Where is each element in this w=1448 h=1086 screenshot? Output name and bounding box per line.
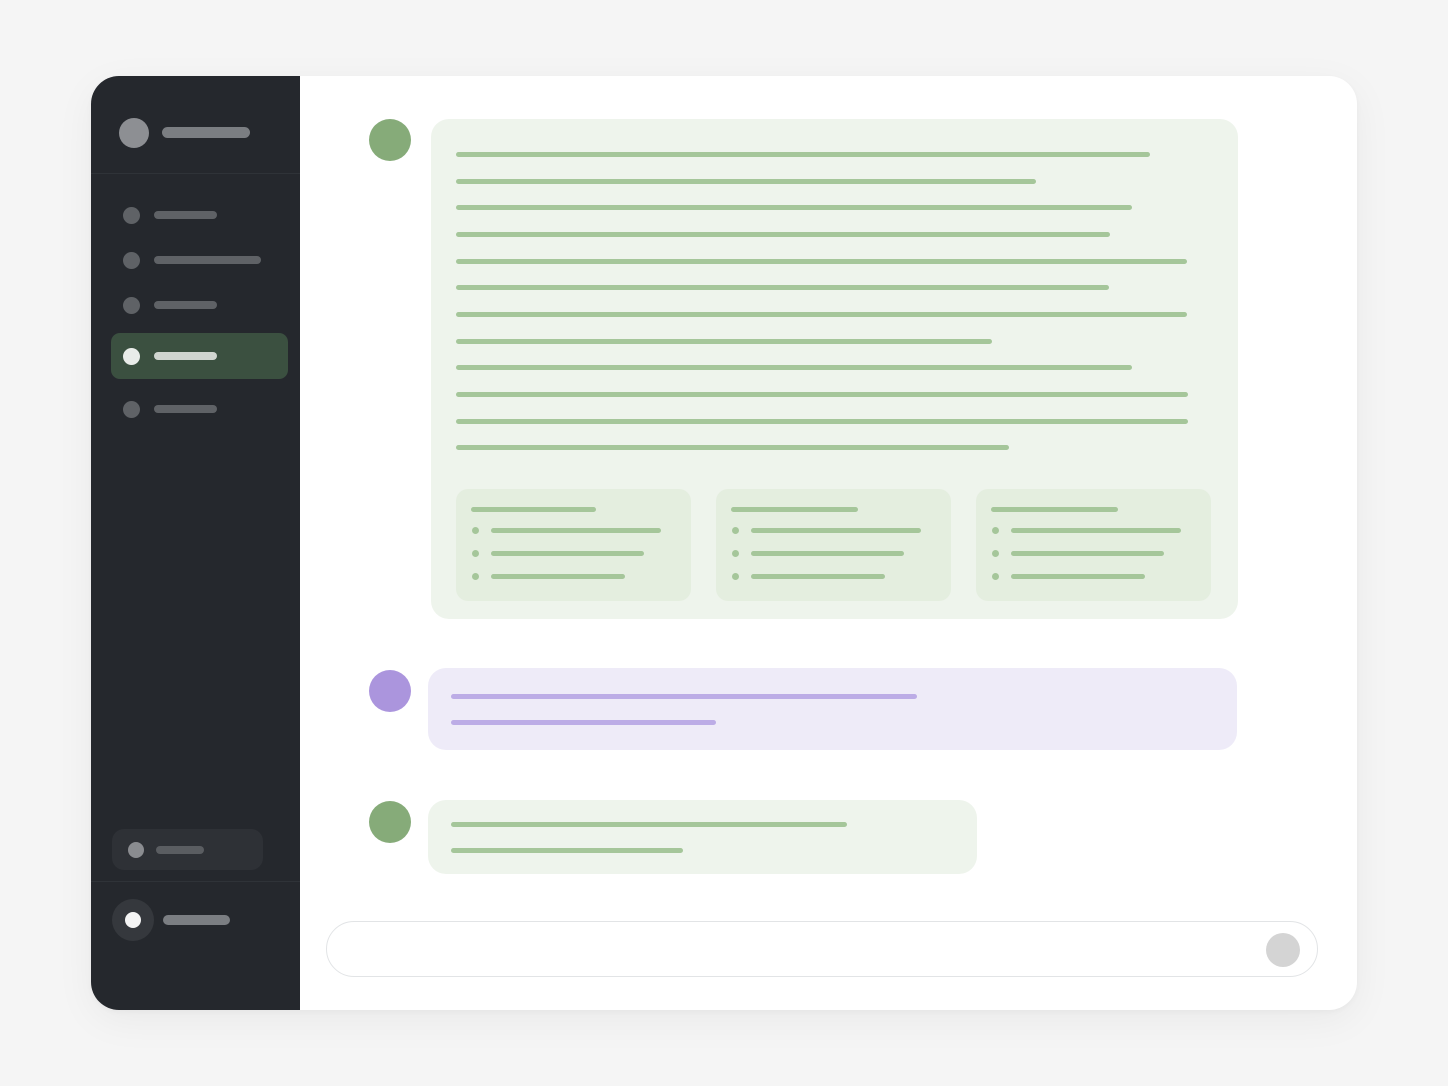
sidebar-item-5[interactable] (111, 386, 288, 432)
sidebar-header (91, 76, 300, 174)
sidebar-footer-button[interactable] (112, 829, 263, 870)
nav-item-icon (123, 252, 140, 269)
text-line (456, 312, 1187, 317)
text-line (451, 848, 683, 853)
card-item (491, 551, 644, 556)
sidebar-item-4-active[interactable] (111, 333, 288, 379)
text-line (456, 419, 1188, 424)
user-message (428, 668, 1237, 750)
info-card-2 (716, 489, 951, 601)
card-item (751, 551, 904, 556)
sidebar-item-3[interactable] (111, 282, 288, 328)
card-item (491, 574, 625, 579)
text-line (456, 365, 1132, 370)
assistant-avatar-icon (369, 119, 411, 161)
nav-item-icon (123, 401, 140, 418)
text-line (456, 285, 1109, 290)
avatar-dot (125, 912, 141, 928)
text-line (456, 259, 1187, 264)
card-item (751, 574, 885, 579)
user-profile (91, 881, 300, 1010)
bullet-icon (732, 527, 739, 534)
bullet-icon (472, 527, 479, 534)
bullet-icon (992, 527, 999, 534)
sidebar-item-label (154, 352, 217, 360)
text-line (456, 152, 1150, 157)
text-line (456, 392, 1188, 397)
sidebar-item-label (154, 405, 217, 413)
nav-item-icon (123, 297, 140, 314)
text-line (456, 445, 1009, 450)
nav-item-icon (123, 207, 140, 224)
card-item (1011, 574, 1145, 579)
text-line (451, 822, 847, 827)
assistant-message (431, 119, 1238, 619)
user-name (163, 915, 230, 925)
user-message-avatar-icon (369, 670, 411, 712)
card-item (491, 528, 661, 533)
circle-icon (128, 842, 144, 858)
user-avatar-icon[interactable] (112, 899, 154, 941)
info-card-1 (456, 489, 691, 601)
bullet-icon (472, 550, 479, 557)
text-line (456, 205, 1132, 210)
chat-area (300, 76, 1357, 1010)
nav-item-icon (123, 348, 140, 365)
sidebar-item-label (154, 256, 261, 264)
message-composer[interactable] (326, 921, 1318, 977)
bullet-icon (732, 573, 739, 580)
bullet-icon (992, 573, 999, 580)
sidebar-item-label (154, 301, 217, 309)
sidebar-item-label (154, 211, 217, 219)
card-title (731, 507, 858, 512)
assistant-message (428, 800, 977, 874)
sidebar-item-2[interactable] (111, 237, 288, 283)
bullet-icon (472, 573, 479, 580)
sidebar-item-1[interactable] (111, 192, 288, 238)
info-card-3 (976, 489, 1211, 601)
bullet-icon (992, 550, 999, 557)
footer-button-label (156, 846, 204, 854)
message-input[interactable] (351, 932, 1251, 968)
text-line (456, 232, 1110, 237)
app-logo-icon[interactable] (119, 118, 149, 148)
text-line (456, 179, 1036, 184)
text-line (456, 339, 992, 344)
card-item (1011, 551, 1164, 556)
assistant-avatar-icon (369, 801, 411, 843)
text-line (451, 720, 716, 725)
card-title (991, 507, 1118, 512)
send-icon[interactable] (1266, 933, 1300, 967)
bullet-icon (732, 550, 739, 557)
text-line (451, 694, 917, 699)
app-title (162, 127, 250, 138)
card-item (751, 528, 921, 533)
card-item (1011, 528, 1181, 533)
card-title (471, 507, 596, 512)
app-window (91, 76, 1357, 1010)
sidebar (91, 76, 300, 1010)
